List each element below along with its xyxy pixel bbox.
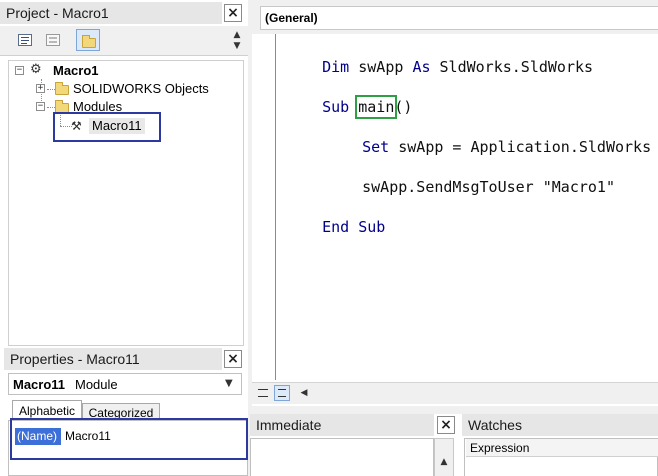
toolbar-scroll-down-icon: ▼ <box>233 41 241 51</box>
property-name-cell[interactable]: (Name) <box>15 428 61 445</box>
tree-solidworks-objects-expand-toggle[interactable]: + <box>36 84 45 93</box>
immediate-vertical-scrollbar[interactable]: ▲ <box>434 438 454 476</box>
project-pane-title: Project - Macro1 <box>0 2 222 24</box>
procedure-view-button[interactable] <box>256 386 270 400</box>
tree-module-item-label[interactable]: Macro11 <box>89 118 145 134</box>
toggle-folders-button[interactable] <box>76 29 100 51</box>
tree-root-collapse-toggle[interactable]: − <box>15 66 24 75</box>
code-text: swApp <box>349 58 413 76</box>
code-keyword: As <box>412 58 431 76</box>
horizontal-scrollbar-track[interactable] <box>312 387 658 401</box>
watches-pane-title: Watches <box>462 414 658 436</box>
project-tree: − ⚙ Macro1 + SOLIDWORKS Objects − Module… <box>8 60 244 346</box>
code-pane: (General) Dim swApp As SldWorks.SldWorks… <box>252 0 658 406</box>
tree-root-label[interactable]: Macro1 <box>53 63 99 79</box>
project-pane: Project - Macro1 × ▲ ▼ − ⚙ Macro1 + SOLI… <box>0 0 248 348</box>
project-toolbar: ▲ ▼ <box>0 26 248 56</box>
toolbar-scrollbar[interactable]: ▲ ▼ <box>230 30 244 52</box>
properties-pane-close-button[interactable]: × <box>224 350 242 368</box>
code-text: swApp.SendMsgToUser <box>362 178 543 196</box>
code-keyword: Dim <box>322 58 350 76</box>
toggle-folders-icon <box>82 35 96 48</box>
chevron-down-icon: ▼ <box>225 378 233 389</box>
scroll-up-icon: ▲ <box>440 457 448 467</box>
code-keyword: Set <box>362 138 390 156</box>
watches-column-header-expression[interactable]: Expression <box>466 439 658 457</box>
module-icon: ⚒ <box>71 119 82 133</box>
code-text: () <box>394 98 413 116</box>
properties-pane-title: Properties - Macro11 <box>4 348 222 370</box>
code-keyword: Sub <box>322 98 350 116</box>
folder-icon <box>55 82 69 95</box>
object-selector-type: Module <box>75 377 118 392</box>
toolbar-scroll-up-icon: ▲ <box>233 30 241 40</box>
code-line-5[interactable]: End Sub <box>286 197 385 257</box>
properties-pane: Properties - Macro11 × Macro11 Module ▼ … <box>0 348 248 476</box>
object-selector-dropdown[interactable]: Macro11 Module ▼ <box>8 373 242 395</box>
code-keyword: Sub <box>358 218 386 236</box>
scroll-left-icon[interactable]: ◀ <box>298 388 310 400</box>
code-bottom-bar: ◀ <box>252 382 658 404</box>
immediate-pane-close-button[interactable]: × <box>437 416 455 434</box>
tree-solidworks-objects-label[interactable]: SOLIDWORKS Objects <box>73 81 209 97</box>
object-dropdown[interactable]: (General) <box>260 6 658 30</box>
project-pane-close-button[interactable]: × <box>224 4 242 22</box>
code-keyword: End <box>322 218 350 236</box>
watches-pane: Watches Expression <box>462 414 658 476</box>
code-margin-indicator-bar <box>258 34 276 380</box>
view-code-icon[interactable] <box>18 34 32 46</box>
code-string: "Macro1" <box>542 178 615 196</box>
immediate-pane-title: Immediate <box>250 414 434 436</box>
object-selector-name: Macro11 <box>13 377 66 392</box>
tree-modules-collapse-toggle[interactable]: − <box>36 102 45 111</box>
immediate-window-textarea[interactable] <box>250 438 434 476</box>
bottom-splitter[interactable] <box>252 406 658 414</box>
full-module-view-icon <box>278 389 286 397</box>
tab-alphabetic[interactable]: Alphabetic <box>12 400 82 420</box>
procedure-view-icon <box>258 389 268 397</box>
vba-project-icon: ⚙ <box>30 62 42 77</box>
code-text: SldWorks.SldWorks <box>430 58 594 76</box>
immediate-pane: Immediate × ▲ <box>250 414 458 476</box>
full-module-view-button[interactable] <box>274 385 290 401</box>
code-text: swApp = Application.SldWorks <box>389 138 652 156</box>
property-value-cell[interactable]: Macro11 <box>65 428 111 445</box>
sub-name-highlight: main <box>355 95 398 119</box>
view-object-icon[interactable] <box>46 34 60 46</box>
